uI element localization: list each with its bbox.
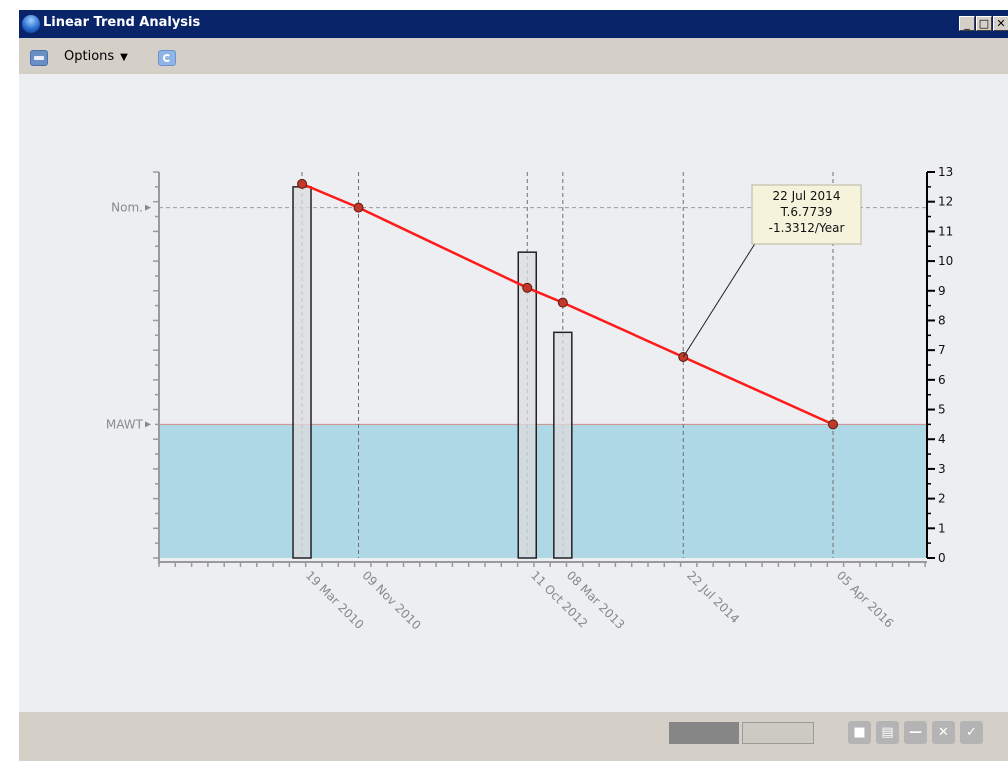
- y-tick-label: 11: [938, 224, 953, 238]
- y-tick-label: 5: [938, 403, 946, 417]
- status-bar: ■ ▤ — ✕ ✓: [19, 712, 1008, 761]
- progress-empty: [742, 722, 814, 744]
- x-tick-label: 22 Jul 2014: [684, 568, 742, 626]
- mawt-label-arrow: [145, 421, 151, 428]
- y-tick-label: 0: [938, 551, 946, 565]
- close-button[interactable]: ✕: [993, 16, 1008, 31]
- options-label: Options: [64, 49, 115, 64]
- annotation-line-2: -1.3312/Year: [769, 221, 845, 235]
- check-icon: ✓: [966, 725, 977, 740]
- data-point-5: [828, 419, 839, 430]
- x-tick-label: 19 Mar 2010: [303, 568, 367, 632]
- stop-button[interactable]: ■: [848, 721, 871, 744]
- toolbar: Options ▼: [19, 38, 1008, 74]
- y-tick-label: 7: [938, 343, 946, 357]
- maximize-button[interactable]: □: [976, 16, 992, 31]
- chevron-down-icon: ▼: [120, 52, 128, 63]
- progress-filled: [669, 722, 739, 744]
- chart-area: 0 1 2 3 4 5 6 7 8 9 10 11 12 13 19 Mar 2010 09 Nov 2010…: [19, 74, 1008, 712]
- x-tick-label: 05 Apr 2016: [834, 568, 896, 630]
- annotation-leader: [682, 241, 757, 358]
- refresh-icon[interactable]: [158, 50, 176, 66]
- nom-label: Nom.: [111, 201, 143, 215]
- y-tick-label: 9: [938, 284, 946, 298]
- options-menu[interactable]: Options ▼: [64, 49, 128, 64]
- title-bar[interactable]: Linear Trend Analysis _ □ ✕: [19, 10, 1008, 38]
- print-icon[interactable]: [30, 50, 48, 66]
- y-tick-label: 12: [938, 195, 953, 209]
- y-tick-label: 8: [938, 313, 946, 327]
- bar-2: [553, 331, 573, 559]
- y-tick-label: 3: [938, 462, 946, 476]
- minimize-button[interactable]: _: [959, 16, 975, 31]
- y-tick-label: 2: [938, 492, 946, 506]
- annotation-line-1: T.6.7739: [780, 205, 833, 219]
- minus-icon: —: [909, 725, 922, 740]
- nom-label-arrow: [145, 204, 151, 211]
- stop-icon: ■: [853, 725, 866, 740]
- close-icon: ✕: [996, 17, 1006, 30]
- x-tick-label: 09 Nov 2010: [359, 568, 423, 632]
- y-tick-label: 6: [938, 373, 946, 387]
- data-point-2: [522, 282, 533, 293]
- y-tick-label: 1: [938, 521, 946, 535]
- save-icon: ▤: [881, 725, 894, 740]
- mawt-region: [159, 424, 927, 558]
- annotation-line-0: 22 Jul 2014: [773, 189, 841, 203]
- y-tick-label: 4: [938, 432, 946, 446]
- y-tick-label: 10: [938, 254, 953, 268]
- data-point-1: [353, 202, 364, 213]
- trend-chart: 01234567891011121319 Mar 201009 Nov 2010…: [106, 165, 953, 632]
- maximize-icon: □: [978, 17, 990, 30]
- confirm-button[interactable]: ✓: [960, 721, 983, 744]
- cancel-button[interactable]: ✕: [932, 721, 955, 744]
- mawt-label: MAWT: [106, 417, 144, 431]
- data-point-3: [557, 297, 568, 308]
- save-button[interactable]: ▤: [876, 721, 899, 744]
- data-point-0: [297, 178, 308, 189]
- minus-button[interactable]: —: [904, 721, 927, 744]
- app-logo-icon: [22, 15, 40, 33]
- minimize-icon: _: [964, 17, 970, 30]
- bar-1: [517, 251, 538, 559]
- bar-0: [292, 186, 312, 559]
- app-window: Linear Trend Analysis _ □ ✕ Options ▼ 012…: [19, 10, 1008, 761]
- window-title: Linear Trend Analysis: [43, 15, 201, 30]
- close-icon: ✕: [938, 725, 949, 740]
- y-tick-label: 13: [938, 165, 953, 179]
